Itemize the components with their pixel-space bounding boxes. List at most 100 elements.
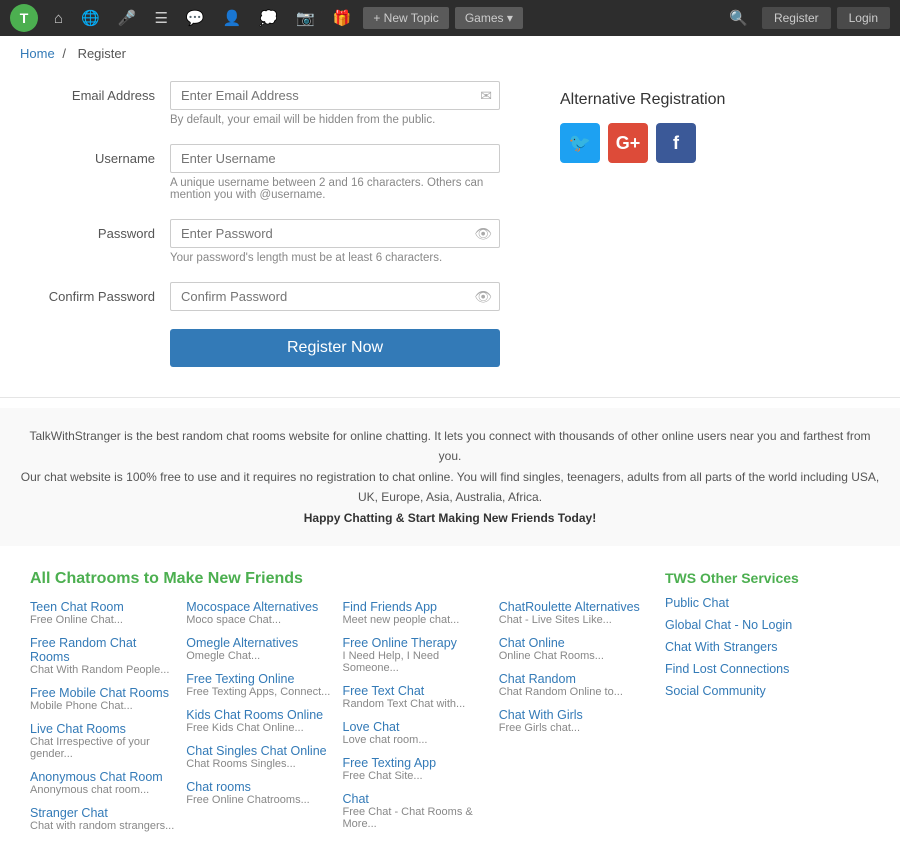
chatrooms-columns: Teen Chat RoomFree Online Chat...Free Ra… (30, 600, 645, 842)
search-nav-icon[interactable]: 🔍 (721, 5, 756, 31)
tws-link-item[interactable]: Chat With Strangers (665, 640, 870, 654)
globe-nav-icon[interactable]: 🌐 (75, 5, 106, 31)
info-line3: Happy Chatting & Start Making New Friend… (304, 511, 596, 525)
list-item: Chat OnlineOnline Chat Rooms... (499, 636, 645, 662)
footer-col-2: Mocospace AlternativesMoco space Chat...… (186, 600, 332, 842)
footer-link[interactable]: Free Texting App (343, 756, 489, 770)
confirm-password-label: Confirm Password (40, 282, 170, 304)
google-login-button[interactable]: G+ (608, 123, 648, 163)
username-hint: A unique username between 2 and 16 chara… (170, 177, 500, 201)
footer-link[interactable]: Free Texting Online (186, 672, 332, 686)
register-form: Email Address ✉ By default, your email w… (40, 81, 500, 367)
footer-link[interactable]: Chat Online (499, 636, 645, 650)
email-input[interactable] (170, 81, 500, 110)
breadcrumb-home-link[interactable]: Home (20, 46, 55, 61)
password-input[interactable] (170, 219, 500, 248)
footer-link[interactable]: Omegle Alternatives (186, 636, 332, 650)
list-item: Chat With GirlsFree Girls chat... (499, 708, 645, 734)
breadcrumb-current: Register (78, 46, 126, 61)
password-field-container: 👁 (170, 219, 500, 248)
username-row: Username A unique username between 2 and… (40, 144, 500, 201)
email-label: Email Address (40, 81, 170, 103)
games-button[interactable]: Games ▾ (455, 7, 523, 29)
footer-link[interactable]: Free Online Therapy (343, 636, 489, 650)
logo-text: T (20, 10, 29, 26)
footer-link[interactable]: Free Mobile Chat Rooms (30, 686, 176, 700)
info-line2: Our chat website is 100% free to use and… (20, 467, 880, 508)
footer-link[interactable]: Stranger Chat (30, 806, 176, 820)
register-nav-button[interactable]: Register (762, 7, 831, 29)
chatrooms-section-title: All Chatrooms to Make New Friends (30, 570, 645, 588)
confirm-field-container: 👁 (170, 282, 500, 311)
mic-nav-icon[interactable]: 🎤 (112, 5, 143, 31)
footer-link[interactable]: ChatRoulette Alternatives (499, 600, 645, 614)
list-item: Anonymous Chat RoomAnonymous chat room..… (30, 770, 176, 796)
footer-link[interactable]: Free Text Chat (343, 684, 489, 698)
tws-link-item[interactable]: Global Chat - No Login (665, 618, 870, 632)
tws-link-item[interactable]: Find Lost Connections (665, 662, 870, 676)
footer-link[interactable]: Chat Singles Chat Online (186, 744, 332, 758)
tws-link-item[interactable]: Social Community (665, 684, 870, 698)
list-item: Free Mobile Chat RoomsMobile Phone Chat.… (30, 686, 176, 712)
confirm-password-row: Confirm Password 👁 (40, 282, 500, 311)
footer-link[interactable]: Chat Random (499, 672, 645, 686)
user-nav-icon[interactable]: 👤 (217, 5, 248, 31)
footer-link[interactable]: Chat (343, 792, 489, 806)
footer-link[interactable]: Find Friends App (343, 600, 489, 614)
gift-nav-icon[interactable]: 🎁 (327, 5, 358, 31)
footer-link-sub: Love chat room... (343, 734, 489, 746)
footer-link[interactable]: Chat rooms (186, 780, 332, 794)
new-topic-button[interactable]: + New Topic (363, 7, 448, 29)
confirm-eye-icon[interactable]: 👁 (474, 288, 492, 305)
tws-link-item[interactable]: Public Chat (665, 596, 870, 610)
alt-registration-section: Alternative Registration 🐦 G+ f (560, 81, 760, 367)
list-item: Love ChatLove chat room... (343, 720, 489, 746)
twitter-login-button[interactable]: 🐦 (560, 123, 600, 163)
footer-link-sub: Omegle Chat... (186, 650, 332, 662)
footer-col-4: ChatRoulette AlternativesChat - Live Sit… (499, 600, 645, 842)
list-item: Free Texting OnlineFree Texting Apps, Co… (186, 672, 332, 698)
main-content: Email Address ✉ By default, your email w… (0, 71, 900, 387)
camera-nav-icon[interactable]: 📷 (290, 5, 321, 31)
twitter-icon: 🐦 (569, 133, 591, 154)
email-hint: By default, your email will be hidden fr… (170, 114, 500, 126)
site-logo[interactable]: T (10, 4, 38, 32)
footer-link[interactable]: Mocospace Alternatives (186, 600, 332, 614)
footer-link-sub: Mobile Phone Chat... (30, 700, 176, 712)
list-item: Find Friends AppMeet new people chat... (343, 600, 489, 626)
footer-link-sub: Online Chat Rooms... (499, 650, 645, 662)
footer-link[interactable]: Chat With Girls (499, 708, 645, 722)
list-item: Kids Chat Rooms OnlineFree Kids Chat Onl… (186, 708, 332, 734)
login-nav-button[interactable]: Login (837, 7, 890, 29)
confirm-password-input[interactable] (170, 282, 500, 311)
list-item: ChatFree Chat - Chat Rooms & More... (343, 792, 489, 830)
email-field-container: ✉ (170, 81, 500, 110)
google-icon: G+ (616, 133, 641, 154)
footer-link[interactable]: Teen Chat Room (30, 600, 176, 614)
comment-nav-icon[interactable]: 💭 (253, 5, 284, 31)
navbar: T ⌂ 🌐 🎤 ☰ 💬 👤 💭 📷 🎁 + New Topic Games ▾ … (0, 0, 900, 36)
tws-links-list: Public Chat Global Chat - No Login Chat Wi… (665, 596, 870, 698)
password-eye-icon[interactable]: 👁 (474, 225, 492, 242)
home-nav-icon[interactable]: ⌂ (48, 6, 69, 31)
footer-chatrooms-section: All Chatrooms to Make New Friends Teen C… (30, 570, 645, 842)
footer-link[interactable]: Live Chat Rooms (30, 722, 176, 736)
footer-link-sub: Chat With Random People... (30, 664, 176, 676)
list-item: Free Random Chat RoomsChat With Random P… (30, 636, 176, 676)
register-now-button[interactable]: Register Now (170, 329, 500, 367)
footer-col-3: Find Friends AppMeet new people chat...F… (343, 600, 489, 842)
username-input-wrap: A unique username between 2 and 16 chara… (170, 144, 500, 201)
facebook-login-button[interactable]: f (656, 123, 696, 163)
footer-link[interactable]: Free Random Chat Rooms (30, 636, 176, 664)
list-item: Stranger ChatChat with random strangers.… (30, 806, 176, 832)
password-hint: Your password's length must be at least … (170, 252, 500, 264)
footer-link-sub: Meet new people chat... (343, 614, 489, 626)
footer-link[interactable]: Love Chat (343, 720, 489, 734)
footer-link-sub: Anonymous chat room... (30, 784, 176, 796)
username-input[interactable] (170, 144, 500, 173)
chat-nav-icon[interactable]: 💬 (180, 5, 211, 31)
menu-nav-icon[interactable]: ☰ (148, 5, 173, 31)
footer-link[interactable]: Anonymous Chat Room (30, 770, 176, 784)
footer-link[interactable]: Kids Chat Rooms Online (186, 708, 332, 722)
footer-col-1: Teen Chat RoomFree Online Chat...Free Ra… (30, 600, 176, 842)
